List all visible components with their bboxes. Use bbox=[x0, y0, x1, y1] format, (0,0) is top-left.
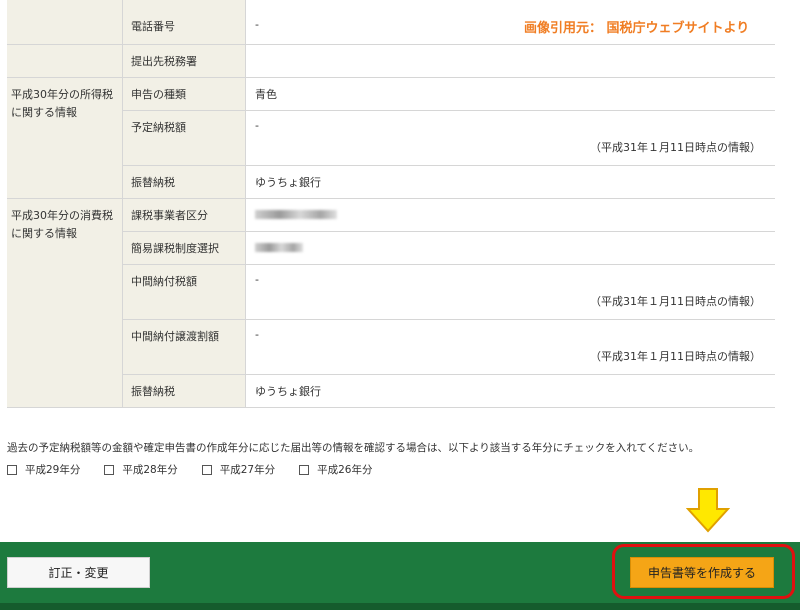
checkbox-icon[interactable] bbox=[7, 464, 17, 475]
row-label: 課税事業者区分 bbox=[122, 199, 245, 231]
table-row: 振替納税 ゆうちょ銀行 bbox=[122, 375, 775, 408]
row-value: 青色 bbox=[245, 78, 775, 110]
row-label: 電話番号 bbox=[122, 0, 245, 44]
income-tax-group: 平成30年分の所得税に関する情報 申告の種類 青色 予定納税額 - （平成31年… bbox=[7, 78, 775, 199]
blurred-value bbox=[255, 209, 337, 219]
row-value bbox=[245, 232, 775, 264]
year-checkbox-h26[interactable]: 平成26年分 bbox=[299, 462, 373, 477]
row-label: 予定納税額 bbox=[122, 111, 245, 165]
year-checkbox-h29[interactable]: 平成29年分 bbox=[7, 462, 80, 477]
table-row: 簡易課税制度選択 bbox=[122, 232, 775, 265]
taxpayer-info-table: 電話番号 - 提出先税務署 平成30年分の所得税に関する情報 申告の種類 青色 … bbox=[7, 0, 775, 408]
row-value: ゆうちょ銀行 bbox=[245, 166, 775, 198]
row-value: - （平成31年１月11日時点の情報） bbox=[245, 320, 775, 374]
checkbox-label: 平成27年分 bbox=[219, 464, 276, 476]
group-cell bbox=[7, 0, 122, 44]
edit-change-button[interactable]: 訂正・変更 bbox=[7, 557, 150, 588]
blurred-value bbox=[255, 242, 303, 252]
row-value: ゆうちょ銀行 bbox=[245, 375, 775, 407]
checkbox-label: 平成28年分 bbox=[122, 464, 178, 476]
row-label: 中間納付税額 bbox=[122, 265, 245, 319]
row-label: 中間納付譲渡割額 bbox=[122, 320, 245, 374]
row-label: 振替納税 bbox=[122, 166, 245, 198]
table-row: 課税事業者区分 bbox=[122, 199, 775, 232]
table-row: 提出先税務署 bbox=[7, 45, 775, 78]
row-value: - （平成31年１月11日時点の情報） bbox=[245, 265, 775, 319]
table-row: 中間納付税額 - （平成31年１月11日時点の情報） bbox=[122, 265, 775, 320]
table-row: 中間納付譲渡割額 - （平成31年１月11日時点の情報） bbox=[122, 320, 775, 375]
group-label: 平成30年分の所得税に関する情報 bbox=[7, 78, 122, 199]
row-label: 振替納税 bbox=[122, 375, 245, 407]
row-label: 簡易課税制度選択 bbox=[122, 232, 245, 264]
checkbox-label: 平成26年分 bbox=[317, 464, 373, 476]
info-date-note: （平成31年１月11日時点の情報） bbox=[590, 295, 761, 308]
group-label: 平成30年分の消費税に関する情報 bbox=[7, 199, 122, 408]
info-date-note: （平成31年１月11日時点の情報） bbox=[590, 141, 761, 154]
table-row: 申告の種類 青色 bbox=[122, 78, 775, 111]
year-checkbox-h28[interactable]: 平成28年分 bbox=[104, 462, 178, 477]
footer-strip bbox=[0, 603, 800, 610]
image-source-label: 画像引用元： 国税庁ウェブサイトより bbox=[524, 21, 750, 36]
checkbox-icon[interactable] bbox=[201, 464, 212, 475]
year-checkbox-h27[interactable]: 平成27年分 bbox=[201, 462, 276, 477]
consumption-tax-group: 平成30年分の消費税に関する情報 課税事業者区分 簡易課税制度選択 中間納付税額… bbox=[7, 199, 775, 408]
down-arrow-icon bbox=[686, 488, 730, 533]
group-cell bbox=[7, 45, 122, 77]
highlight-outline bbox=[612, 544, 795, 599]
year-selection-instruction: 過去の予定納税額等の金額や確定申告書の作成年分に応じた届出等の情報を確認する場合… bbox=[7, 442, 700, 454]
checkbox-icon[interactable] bbox=[104, 464, 115, 475]
checkbox-label: 平成29年分 bbox=[25, 464, 81, 476]
value-text: - bbox=[255, 119, 259, 132]
row-label: 申告の種類 bbox=[122, 78, 245, 110]
table-row: 振替納税 ゆうちょ銀行 bbox=[122, 166, 775, 199]
value-text: - bbox=[255, 328, 259, 341]
value-text: - bbox=[255, 273, 259, 286]
info-date-note: （平成31年１月11日時点の情報） bbox=[590, 350, 761, 363]
checkbox-icon[interactable] bbox=[299, 464, 310, 475]
row-value bbox=[245, 45, 775, 77]
year-checkbox-list: 平成29年分 平成28年分 平成27年分 平成26年分 bbox=[7, 462, 397, 477]
row-label: 提出先税務署 bbox=[122, 45, 245, 77]
row-value bbox=[245, 199, 775, 231]
row-value: - （平成31年１月11日時点の情報） bbox=[245, 111, 775, 165]
table-row: 予定納税額 - （平成31年１月11日時点の情報） bbox=[122, 111, 775, 166]
